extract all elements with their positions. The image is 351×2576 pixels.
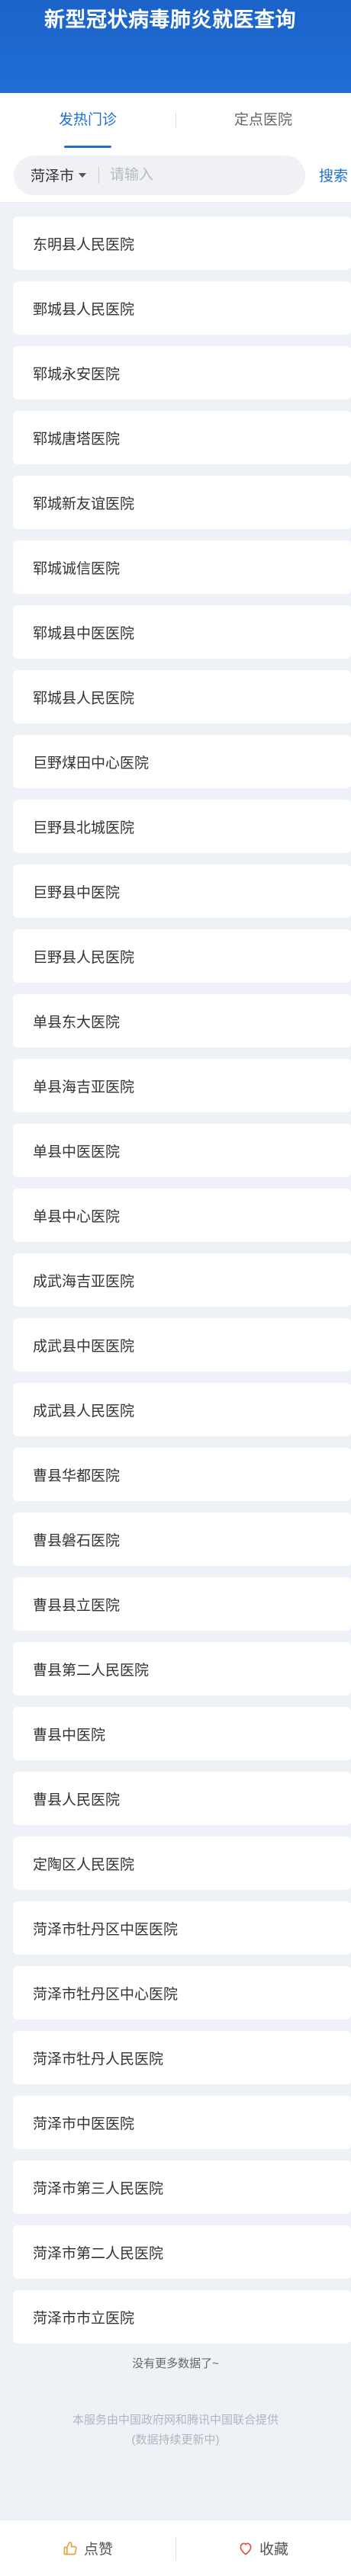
- hospital-list-item[interactable]: 巨野县北城医院: [13, 800, 351, 853]
- search-input[interactable]: [110, 166, 279, 184]
- hospital-list-item[interactable]: 曹县人民医院: [13, 1772, 351, 1825]
- bottom-bar: 点赞 收藏: [0, 2520, 351, 2576]
- hospital-list-item[interactable]: 曹县华都医院: [13, 1448, 351, 1501]
- city-label: 菏泽市: [31, 168, 75, 184]
- hospital-list-item[interactable]: 单县中心医院: [13, 1189, 351, 1242]
- hospital-list-item[interactable]: 单县中医医院: [13, 1124, 351, 1177]
- hospital-list-item[interactable]: 成武海吉亚医院: [13, 1253, 351, 1307]
- hospital-list-item[interactable]: 菏泽市第二人民医院: [13, 2225, 351, 2279]
- tab-designated-hospital[interactable]: 定点医院: [176, 93, 351, 148]
- hospital-list: 东明县人民医院 鄄城县人民医院 郓城永安医院 郓城唐塔医院 郓城新友谊医院 郓城诚信医院郓…: [0, 203, 351, 2343]
- hospital-list-item[interactable]: 巨野县人民医院: [13, 929, 351, 983]
- hospital-list-item[interactable]: 巨野县中医院: [13, 865, 351, 918]
- hospital-list-item[interactable]: 菏泽市第三人民医院: [13, 2161, 351, 2214]
- tab-bar: 发热门诊 定点医院: [0, 93, 351, 148]
- hospital-list-item[interactable]: 成武县人民医院: [13, 1383, 351, 1436]
- hospital-list-item[interactable]: 菏泽市牡丹人民医院: [13, 2031, 351, 2084]
- hospital-list-item[interactable]: 菏泽市中医医院: [13, 2096, 351, 2149]
- hospital-list-item[interactable]: 郓城唐塔医院: [13, 411, 351, 464]
- footer-line-1: 本服务由中国政府网和腾讯中国联合提供: [72, 2414, 279, 2427]
- hospital-list-item[interactable]: 郓城县人民医院: [13, 670, 351, 723]
- page-title: 新型冠状病毒肺炎就医查询: [44, 8, 296, 31]
- hospital-list-item[interactable]: 成武县中医医院: [13, 1318, 351, 1371]
- hospital-list-item[interactable]: 单县海吉亚医院: [13, 1059, 351, 1112]
- hospital-list-item[interactable]: 鄄城县人民医院: [13, 281, 351, 335]
- like-label: 点赞: [83, 2542, 113, 2558]
- footer-line-2: (数据持续更新中): [131, 2433, 220, 2446]
- caret-down-icon: [79, 172, 87, 178]
- no-more-data: 没有更多数据了~: [132, 2357, 219, 2370]
- favorite-button[interactable]: 收藏: [176, 2520, 351, 2576]
- hospital-list-item[interactable]: 东明县人民医院: [13, 217, 351, 270]
- footer-note: 本服务由中国政府网和腾讯中国联合提供 (数据持续更新中): [0, 2411, 351, 2450]
- hospital-list-item[interactable]: 曹县县立医院: [13, 1577, 351, 1631]
- hospital-list-item[interactable]: 郓城县中医医院: [13, 605, 351, 659]
- city-selector[interactable]: 菏泽市: [31, 165, 87, 185]
- search-box: 菏泽市: [14, 155, 305, 195]
- hospital-list-item[interactable]: 巨野煤田中心医院: [13, 735, 351, 788]
- hospital-list-item[interactable]: 郓城新友谊医院: [13, 476, 351, 529]
- hospital-list-item[interactable]: 菏泽市牡丹区中心医院: [13, 1966, 351, 2019]
- app-header: 新型冠状病毒肺炎就医查询: [0, 0, 351, 93]
- search-row: 菏泽市 搜索: [0, 148, 351, 203]
- heart-icon: [238, 2541, 253, 2556]
- hospital-list-item[interactable]: 曹县磐石医院: [13, 1513, 351, 1566]
- like-button[interactable]: 点赞: [0, 2520, 176, 2576]
- hospital-list-item[interactable]: 曹县中医院: [13, 1707, 351, 1760]
- favorite-label: 收藏: [259, 2542, 288, 2558]
- hospital-list-item[interactable]: 郓城永安医院: [13, 346, 351, 399]
- hospital-list-item[interactable]: 定陶区人民医院: [13, 1837, 351, 1890]
- search-button[interactable]: 搜索: [319, 165, 348, 185]
- hospital-list-item[interactable]: 郓城诚信医院: [13, 541, 351, 594]
- hospital-list-item[interactable]: 曹县第二人民医院: [13, 1642, 351, 1695]
- search-separator: [98, 166, 100, 184]
- hospital-list-item[interactable]: 菏泽市市立医院: [13, 2290, 351, 2343]
- thumbs-up-icon: [63, 2541, 78, 2556]
- tab-fever-clinic[interactable]: 发热门诊: [0, 93, 176, 148]
- hospital-list-item[interactable]: 菏泽市牡丹区中医医院: [13, 1901, 351, 1955]
- hospital-list-item[interactable]: 单县东大医院: [13, 994, 351, 1047]
